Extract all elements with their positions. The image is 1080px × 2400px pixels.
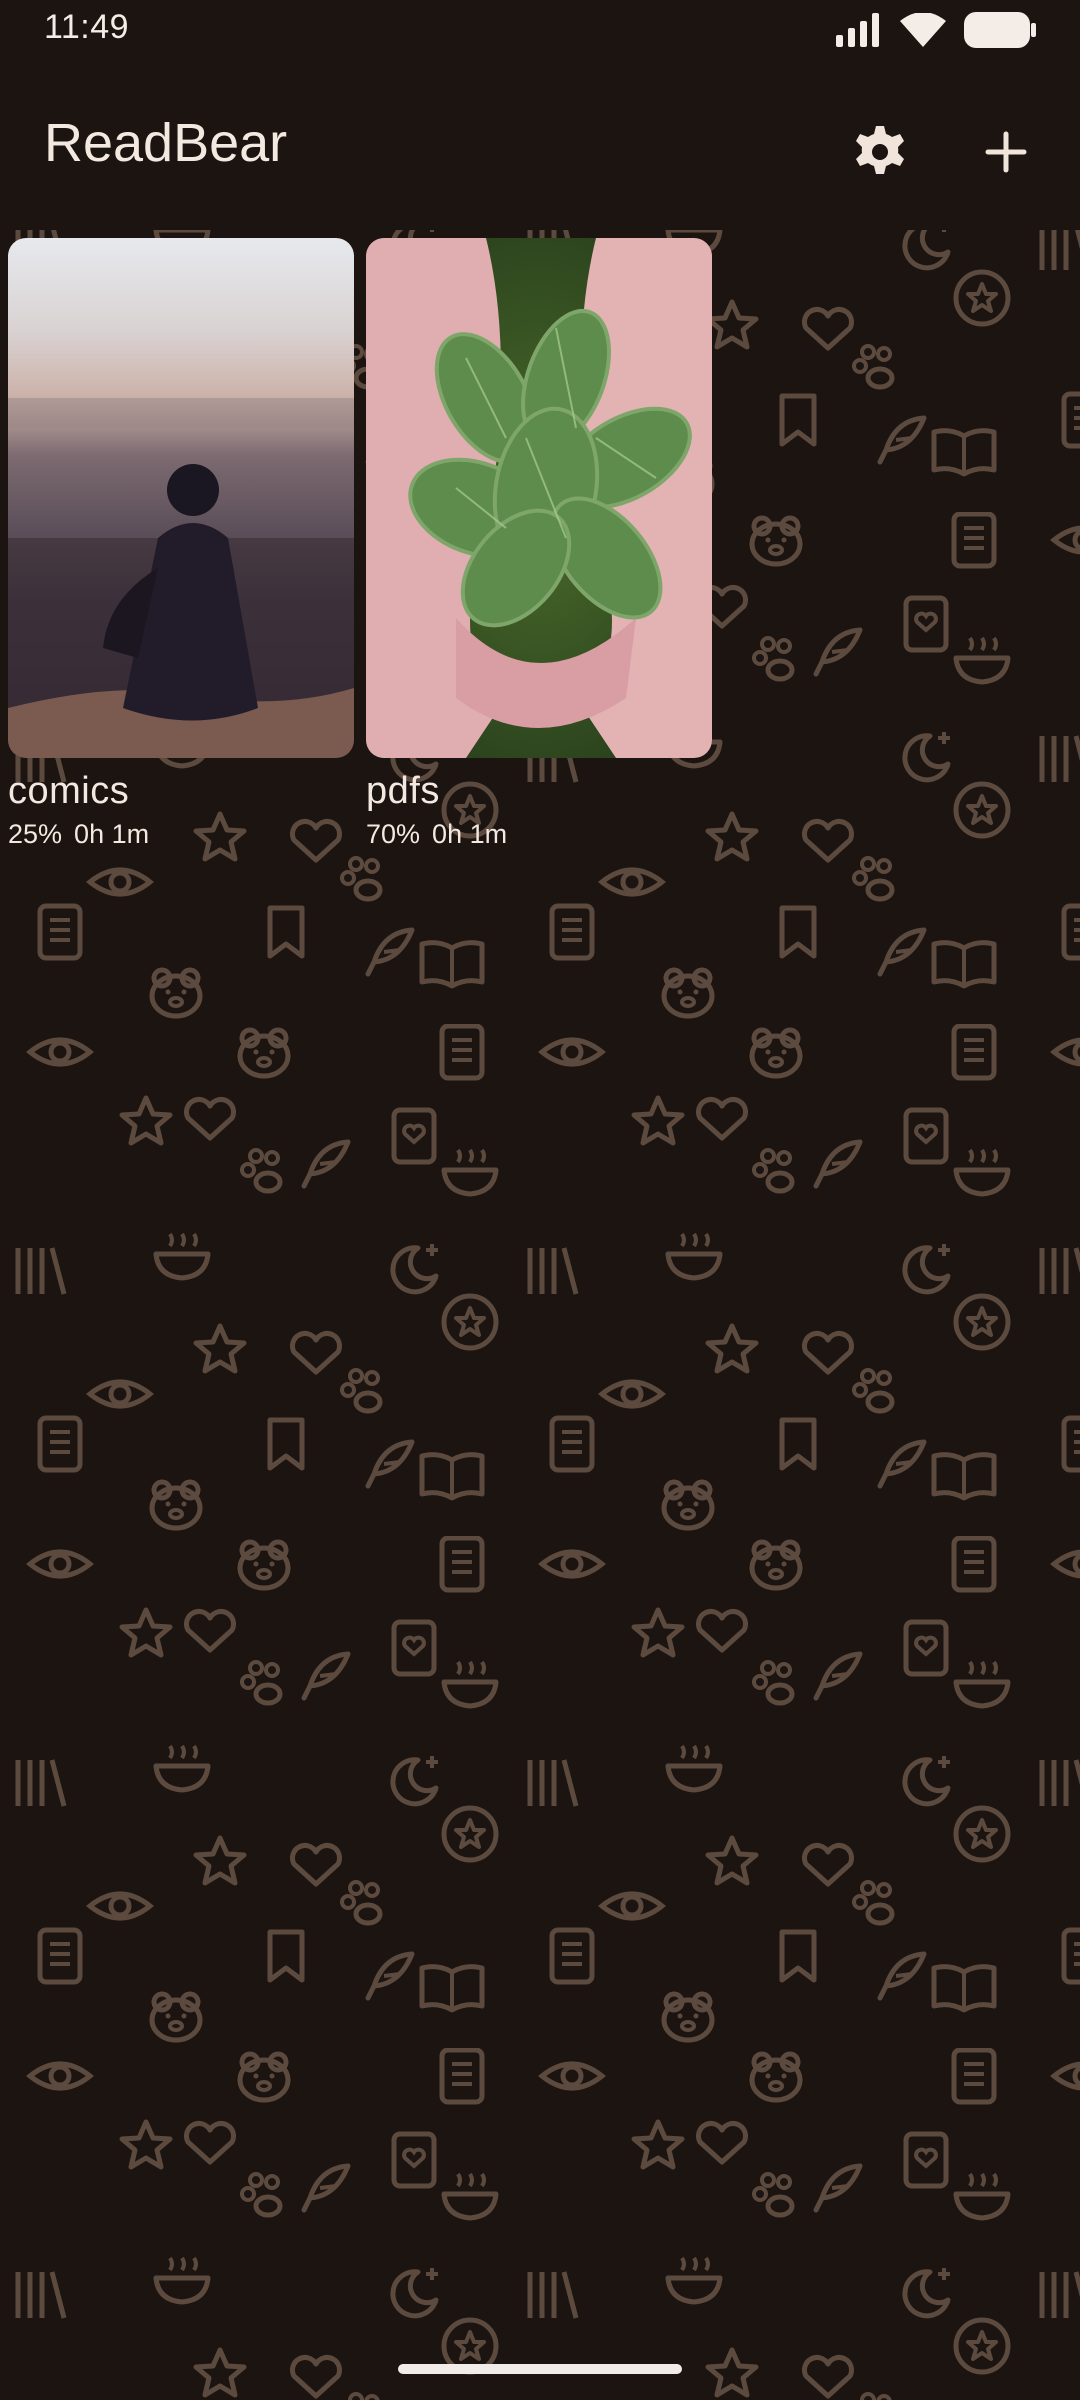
app-title: ReadBear bbox=[44, 113, 288, 173]
item-title: comics bbox=[8, 770, 130, 812]
item-reading-time: 0h 1m bbox=[432, 819, 508, 849]
battery-icon bbox=[964, 12, 1036, 48]
cover-image-comics bbox=[8, 238, 354, 758]
status-bar: 11:49 bbox=[0, 0, 1080, 60]
gear-icon bbox=[856, 126, 904, 174]
home-indicator[interactable] bbox=[398, 2364, 682, 2374]
item-title: pdfs bbox=[366, 770, 440, 812]
cover-image-pdfs bbox=[366, 238, 712, 758]
library-item-comics[interactable]: comics 25% 0h 1m bbox=[8, 238, 354, 850]
status-time: 11:49 bbox=[44, 8, 130, 46]
add-button[interactable] bbox=[966, 112, 1046, 192]
item-reading-time: 0h 1m bbox=[74, 819, 150, 849]
item-progress: 25% bbox=[8, 819, 63, 849]
wifi-icon bbox=[900, 13, 946, 47]
library-item-pdfs[interactable]: pdfs 70% 0h 1m bbox=[366, 238, 712, 850]
readbear-home-screen: 11:49 ReadBear comics 25% 0h 1m pdfs 70%… bbox=[0, 0, 1080, 2400]
signal-icon bbox=[836, 13, 879, 47]
plus-icon bbox=[985, 131, 1027, 173]
item-meta: 25% 0h 1m bbox=[8, 819, 354, 850]
settings-button[interactable] bbox=[840, 112, 920, 192]
item-meta: 70% 0h 1m bbox=[366, 819, 712, 850]
app-bar: ReadBear bbox=[0, 60, 1080, 230]
item-progress: 70% bbox=[366, 819, 421, 849]
status-icons bbox=[836, 8, 1036, 52]
